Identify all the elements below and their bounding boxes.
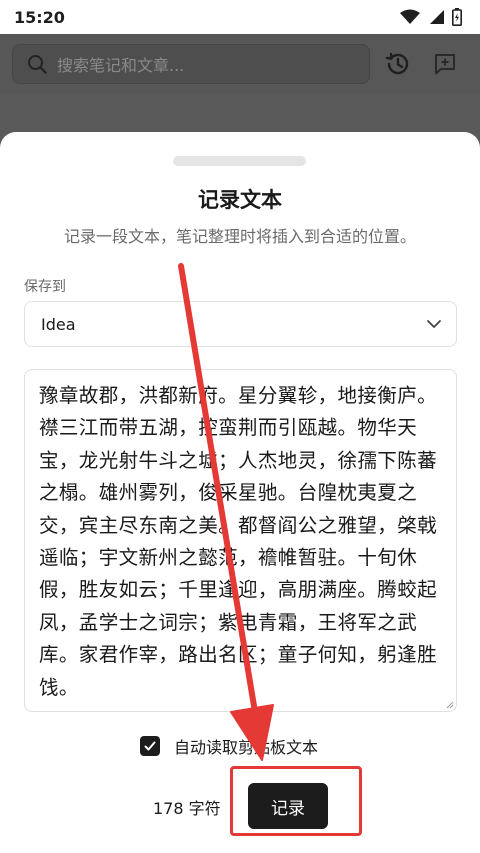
record-button[interactable]: 记录: [248, 783, 328, 829]
record-text-sheet: 记录文本 记录一段文本，笔记整理时将插入到合适的位置。 保存到 Idea 豫章故…: [0, 132, 480, 853]
resize-grip-icon[interactable]: [446, 701, 454, 709]
search-placeholder: 搜索笔记和文章...: [57, 56, 185, 75]
history-icon: [385, 52, 409, 75]
save-to-select[interactable]: Idea: [24, 301, 457, 347]
battery-icon: [452, 8, 462, 26]
sheet-subtitle: 记录一段文本，笔记整理时将插入到合适的位置。: [63, 227, 416, 246]
sheet-drag-handle[interactable]: [173, 156, 306, 166]
history-button[interactable]: [384, 50, 412, 78]
search-input[interactable]: 搜索笔记和文章...: [12, 44, 370, 84]
check-icon: [144, 741, 156, 751]
auto-read-clipboard-checkbox[interactable]: [140, 736, 160, 756]
text-input-area[interactable]: 豫章故郡，洪都新府。星分翼轸，地接衡庐。襟三江而带五湖，控蛮荆而引瓯越。物华天宝…: [24, 369, 457, 712]
auto-read-clipboard-label: 自动读取剪贴板文本: [174, 738, 319, 757]
app-bar: 搜索笔记和文章...: [0, 34, 480, 94]
status-bar: 15:20: [0, 0, 480, 34]
status-time: 15:20: [14, 7, 65, 27]
chat-add-icon: [435, 54, 455, 75]
auto-read-clipboard-row[interactable]: 自动读取剪贴板文本: [140, 734, 318, 758]
text-content: 豫章故郡，洪都新府。星分翼轸，地接衡庐。襟三江而带五湖，控蛮荆而引瓯越。物华天宝…: [39, 384, 438, 699]
status-icons: [400, 8, 462, 26]
chevron-down-icon: [427, 320, 441, 328]
save-to-value: Idea: [41, 314, 76, 334]
search-icon: [28, 55, 47, 74]
char-count: 178 字符: [153, 799, 221, 818]
sheet-title: 记录文本: [198, 188, 282, 212]
signal-icon: [430, 10, 444, 24]
new-chat-button[interactable]: [431, 50, 459, 78]
wifi-icon: [400, 9, 420, 24]
save-to-label: 保存到: [24, 279, 66, 295]
